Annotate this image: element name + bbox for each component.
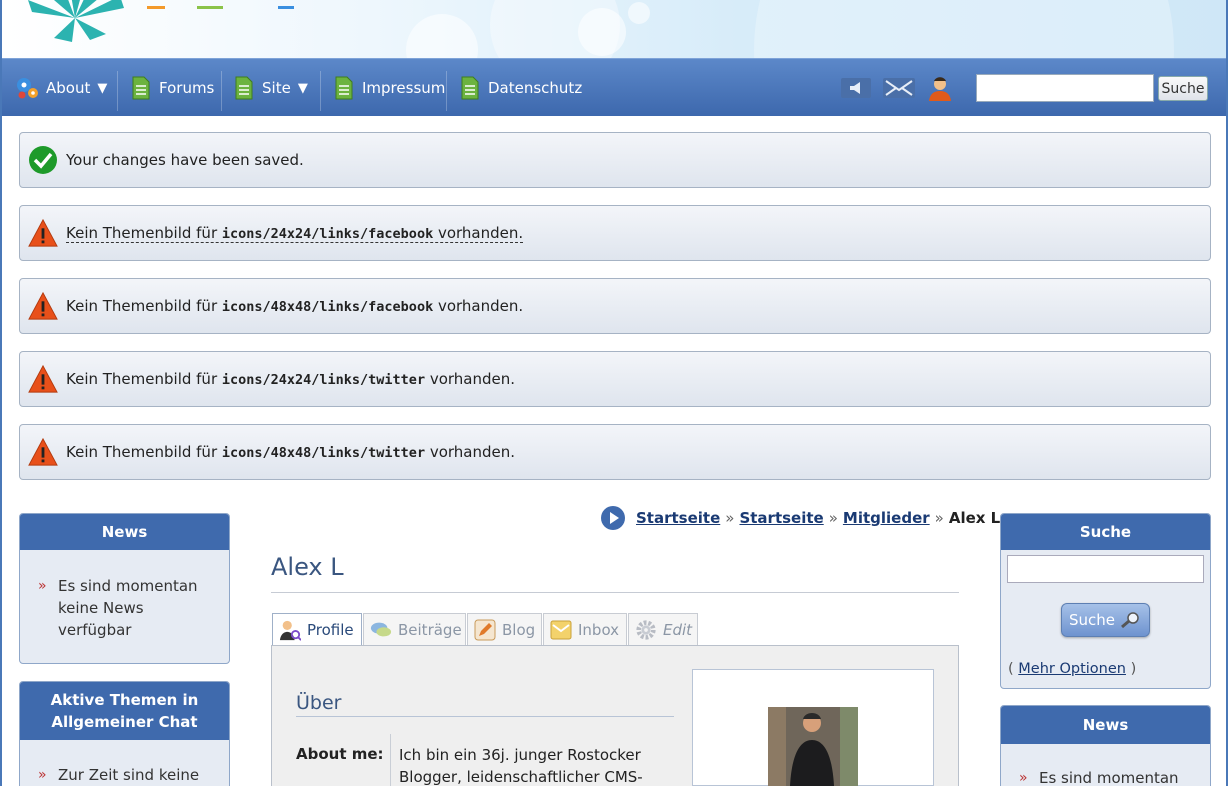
breadcrumb: Startseite » Startseite » Mitglieder » A… [600, 505, 1000, 531]
logo-dash-blue [278, 6, 294, 9]
site-header [2, 0, 1226, 58]
document-icon [235, 76, 253, 100]
news-box-title: News [20, 514, 229, 550]
more-options-link[interactable]: Mehr Optionen [1018, 661, 1126, 677]
logo-dash-orange [147, 6, 165, 9]
nav-label-about: About [46, 79, 91, 97]
gear-icon [635, 619, 657, 641]
bullet-icon: » [1019, 770, 1028, 786]
warning-text: Kein Themenbild für icons/48x48/links/fa… [66, 297, 524, 315]
success-message: Your changes have been saved. [19, 132, 1211, 188]
nav-label-site: Site [262, 79, 291, 97]
active-topics-title: Aktive Themen in Allgemeiner Chat [20, 682, 229, 740]
warning-message: Kein Themenbild für icons/24x24/links/tw… [19, 351, 1211, 407]
breadcrumb-link-mitglieder[interactable]: Mitglieder [843, 509, 930, 527]
warning-message: Kein Themenbild für icons/24x24/links/fa… [19, 205, 1211, 261]
user-icon[interactable] [926, 75, 954, 101]
about-label: About me: [296, 745, 384, 763]
warning-text: Kein Themenbild für icons/24x24/links/fa… [66, 223, 524, 243]
logo-dash-green [197, 6, 223, 9]
bullet-icon: » [38, 767, 47, 783]
header-search-button[interactable]: Suche [1158, 76, 1208, 101]
site-logo-icon[interactable] [20, 0, 130, 42]
sidebar-search-input[interactable] [1007, 555, 1204, 583]
breadcrumb-link-startseite-2[interactable]: Startseite [739, 509, 823, 527]
gears-icon [17, 78, 38, 99]
pencil-icon [474, 619, 496, 641]
mail-icon[interactable] [882, 75, 916, 101]
tab-edit[interactable]: Edit [628, 613, 698, 646]
active-topics-text: Zur Zeit sind keine [58, 766, 200, 784]
document-icon [335, 76, 353, 100]
about-divider [390, 734, 391, 786]
browser-frame: About ▼ Forums Site ▼ Impressum Datensch… [0, 0, 1228, 786]
nav-item-site[interactable]: Site ▼ [235, 59, 308, 117]
page-title: Alex L [271, 553, 344, 581]
document-icon [461, 76, 479, 100]
warning-text: Kein Themenbild für icons/24x24/links/tw… [66, 370, 516, 388]
warning-message: Kein Themenbild für icons/48x48/links/tw… [19, 424, 1211, 480]
bullet-icon: » [38, 578, 47, 594]
speech-bubbles-icon [370, 619, 392, 641]
right-news-box: News » Es sind momentan [1000, 705, 1211, 786]
tab-blog[interactable]: Blog [467, 613, 542, 646]
right-news-title: News [1001, 706, 1210, 744]
nav-item-impressum[interactable]: Impressum [335, 59, 445, 117]
breadcrumb-current: Alex L [948, 509, 1001, 527]
envelope-icon [550, 619, 572, 641]
warning-text: Kein Themenbild für icons/48x48/links/tw… [66, 443, 516, 461]
warning-icon [28, 291, 58, 321]
header-search-input[interactable] [976, 74, 1154, 102]
news-item-text: Es sind momentan keine News verfügbar [58, 577, 198, 639]
user-search-icon [279, 619, 301, 641]
news-item: » Es sind momentan keine News verfügbar [20, 575, 229, 641]
caret-down-icon: ▼ [97, 80, 108, 96]
announcement-icon[interactable] [840, 75, 872, 101]
active-topics-item: » Zur Zeit sind keine [20, 764, 229, 786]
play-circle-icon [601, 506, 625, 530]
tab-profile[interactable]: Profile [272, 613, 362, 646]
sidebar-search-button[interactable]: Suche [1061, 603, 1150, 637]
more-options: ( Mehr Optionen ) [1008, 661, 1137, 677]
nav-label-impressum: Impressum [362, 79, 446, 97]
breadcrumb-link-startseite[interactable]: Startseite [636, 509, 720, 527]
warning-icon [28, 364, 58, 394]
caret-down-icon: ▼ [297, 80, 308, 96]
avatar[interactable] [768, 707, 858, 786]
document-icon [132, 76, 150, 100]
nav-item-forums[interactable]: Forums [132, 59, 214, 117]
news-box: News » Es sind momentan keine News verfü… [19, 513, 230, 664]
success-text: Your changes have been saved. [66, 151, 304, 169]
news-item: » Es sind momentan [1001, 767, 1210, 786]
search-box-title: Suche [1001, 514, 1210, 550]
nav-item-datenschutz[interactable]: Datenschutz [461, 59, 582, 117]
tab-inbox[interactable]: Inbox [543, 613, 627, 646]
section-title: Über [296, 692, 342, 714]
about-text: Ich bin ein 36j. junger Rostocker Blogge… [399, 746, 643, 786]
nav-label-datenschutz: Datenschutz [488, 79, 583, 97]
warning-icon [28, 218, 58, 248]
tab-beitraege[interactable]: Beiträge [363, 613, 466, 646]
title-divider [271, 592, 959, 593]
nav-item-about[interactable]: About ▼ [14, 59, 107, 117]
check-icon [28, 145, 58, 175]
active-topics-box: Aktive Themen in Allgemeiner Chat » Zur … [19, 681, 230, 786]
warning-icon [28, 437, 58, 467]
warning-message: Kein Themenbild für icons/48x48/links/fa… [19, 278, 1211, 334]
magnifier-icon [1121, 612, 1139, 629]
section-divider [296, 716, 674, 717]
nav-label-forums: Forums [159, 79, 215, 97]
right-news-text: Es sind momentan [1039, 769, 1179, 786]
